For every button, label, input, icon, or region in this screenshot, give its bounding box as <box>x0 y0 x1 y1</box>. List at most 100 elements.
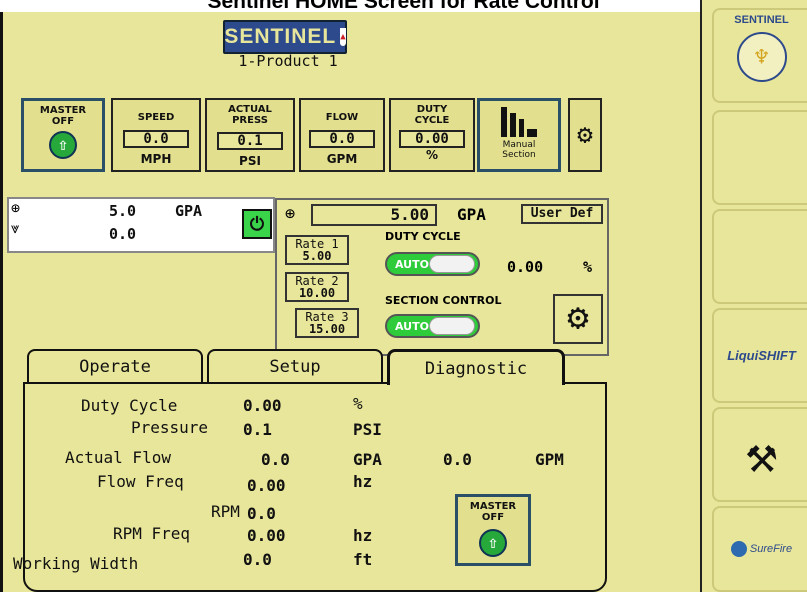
section-toggle-label: AUTO <box>395 320 429 333</box>
surefire-globe-icon <box>730 541 747 557</box>
duty-cycle-auto-toggle[interactable]: AUTO <box>385 252 480 276</box>
flow-tile[interactable]: FLOW 0.0 GPM <box>299 98 385 172</box>
diag-master-switch-button[interactable]: MASTER OFF ⇧ <box>455 494 531 566</box>
diagnostic-panel: Duty Cycle 0.00 % Pressure 0.1 PSI Actua… <box>13 382 607 592</box>
diag-actual-flow-label: Actual Flow <box>65 448 171 467</box>
rate-summary-box[interactable]: ⊕ ⩔ 5.0 GPA 0.0 ⏻ <box>7 197 275 253</box>
diag-rpm-label: RPM <box>211 502 240 521</box>
section-control-heading: SECTION CONTROL <box>385 294 502 307</box>
master-switch-button[interactable]: MASTER OFF ⇧ <box>21 98 105 172</box>
rate-1-value: 5.00 <box>302 249 332 263</box>
target-crosshair-icon: ⊕ <box>285 204 296 224</box>
diag-actual-flow-unit-2: GPM <box>535 450 564 469</box>
rate-3-button[interactable]: Rate 3 15.00 <box>295 308 359 338</box>
speed-tile[interactable]: SPEED 0.0 MPH <box>111 98 201 172</box>
diag-flow-freq-unit: hz <box>353 472 373 491</box>
diag-rpm-freq-label: RPM Freq <box>113 524 191 543</box>
tab-setup[interactable]: Setup <box>207 349 383 383</box>
diag-flow-freq-value: 0.00 <box>247 476 286 495</box>
diag-actual-flow-unit: GPA <box>353 450 382 469</box>
speed-unit: MPH <box>140 152 172 166</box>
rate-control-panel: ⊕ 5.00 GPA User Def Rate 1 5.00 Rate 2 1… <box>275 198 609 356</box>
duty-toggle-label: AUTO <box>395 258 429 271</box>
diag-duty-cycle-label: Duty Cycle <box>81 396 178 415</box>
tab-operate[interactable]: Operate <box>27 349 203 383</box>
product-title: 1-Product 1 <box>238 52 338 70</box>
surefire-button[interactable]: SureFire <box>712 506 807 592</box>
diag-duty-cycle-unit: % <box>353 394 363 413</box>
press-unit: PSI <box>239 154 261 168</box>
settings-gear-button[interactable]: ⚙ <box>568 98 602 172</box>
right-sidebar: SENTINEL ♆ LiquiSHIFT ⚒ SureFire <box>700 0 807 592</box>
arrow-up-icon: ⇧ <box>479 529 507 557</box>
logo-text: SENTINEL <box>224 25 337 48</box>
master-label-2: OFF <box>51 116 75 127</box>
gear-icon: ⚙ <box>577 120 593 150</box>
rate-1-button[interactable]: Rate 1 5.00 <box>285 235 349 265</box>
wrench-screwdriver-icon: ⚒ <box>745 424 778 485</box>
target-crosshair-icon: ⊕ <box>11 199 21 217</box>
rate-3-value: 15.00 <box>308 322 346 336</box>
diag-pressure-unit: PSI <box>353 420 382 439</box>
section-control-auto-toggle[interactable]: AUTO <box>385 314 480 338</box>
flow-label: FLOW <box>325 112 359 123</box>
wheat-emblem-icon: ♆ <box>736 32 787 82</box>
flow-value: 0.0 <box>309 130 375 148</box>
summary-target-unit: GPA <box>175 202 203 220</box>
manual-label-2: Section <box>502 150 536 160</box>
press-value: 0.1 <box>217 132 283 150</box>
diag-working-width-value: 0.0 <box>243 550 272 569</box>
duty-cycle-unit: % <box>583 258 593 276</box>
diag-actual-flow-value: 0.0 <box>261 450 290 469</box>
duty-cycle-heading: DUTY CYCLE <box>385 230 461 243</box>
duty-cycle-tile[interactable]: DUTY CYCLE 0.00 % <box>389 98 475 172</box>
diag-master-label-1: MASTER <box>469 501 517 512</box>
nozzle-icon: ⩔ <box>11 219 20 237</box>
power-icon[interactable]: ⏻ <box>242 209 272 239</box>
diag-duty-cycle-value: 0.00 <box>243 396 282 415</box>
summary-applied-value: 0.0 <box>109 225 137 243</box>
tab-diagnostic[interactable]: Diagnostic <box>387 349 565 385</box>
window-title: Sentinel HOME Screen for Rate Control <box>207 0 600 12</box>
target-rate-unit: GPA <box>457 205 486 224</box>
speed-value: 0.0 <box>123 130 189 148</box>
sidebar-empty-button-1[interactable] <box>712 110 807 205</box>
gear-droplet-icon: ⚙ <box>567 297 589 338</box>
diag-pressure-label: Pressure <box>131 418 209 437</box>
manual-label-1: Manual <box>502 140 536 150</box>
duty-cycle-value: 0.00 <box>507 258 544 276</box>
diag-working-width-label: Working Width <box>13 554 139 573</box>
tools-button[interactable]: ⚒ <box>712 407 807 502</box>
sentinel-home-button[interactable]: SENTINEL ♆ <box>712 8 807 103</box>
pressure-tile[interactable]: ACTUAL PRESS 0.1 PSI <box>205 98 295 172</box>
user-def-button[interactable]: User Def <box>521 204 603 224</box>
rate-2-value: 10.00 <box>298 286 336 300</box>
diag-rpm-freq-value: 0.00 <box>247 526 286 545</box>
sidebar-empty-button-2[interactable] <box>712 209 807 304</box>
sentinel-logo: SENTINEL ▲ <box>223 20 347 54</box>
target-rate-field[interactable]: 5.00 <box>311 204 437 226</box>
toggle-knob <box>429 255 475 273</box>
arrow-up-icon: ⇧ <box>49 131 77 159</box>
main-screen: SENTINEL ▲ 1-Product 1 MASTER OFF ⇧ SPEE… <box>0 12 700 592</box>
flow-unit: GPM <box>326 152 358 166</box>
rate-2-button[interactable]: Rate 2 10.00 <box>285 272 349 302</box>
liquishift-button[interactable]: LiquiSHIFT <box>712 308 807 403</box>
summary-target-value: 5.0 <box>109 202 137 220</box>
diag-flow-freq-label: Flow Freq <box>97 472 184 491</box>
diag-master-label-2: OFF <box>481 512 505 523</box>
logo-shield-icon: ▲ <box>340 28 346 46</box>
surefire-logo: SureFire <box>749 543 793 555</box>
liquishift-logo: LiquiSHIFT <box>727 348 796 363</box>
manual-section-button[interactable]: Manual Section <box>477 98 561 172</box>
master-label-1: MASTER <box>39 105 87 116</box>
press-label-1: ACTUAL <box>228 104 272 115</box>
duty-unit: % <box>425 148 439 162</box>
brand-text: SENTINEL <box>734 14 789 26</box>
duty-label-2: CYCLE <box>414 115 450 126</box>
window-title-bar: Sentinel HOME Screen for Rate Control <box>0 0 807 12</box>
duty-label-1: DUTY <box>416 104 448 115</box>
press-label-2: PRESS <box>232 115 268 126</box>
diag-pressure-value: 0.1 <box>243 420 272 439</box>
gear-droplet-button[interactable]: ⚙ <box>553 294 603 344</box>
